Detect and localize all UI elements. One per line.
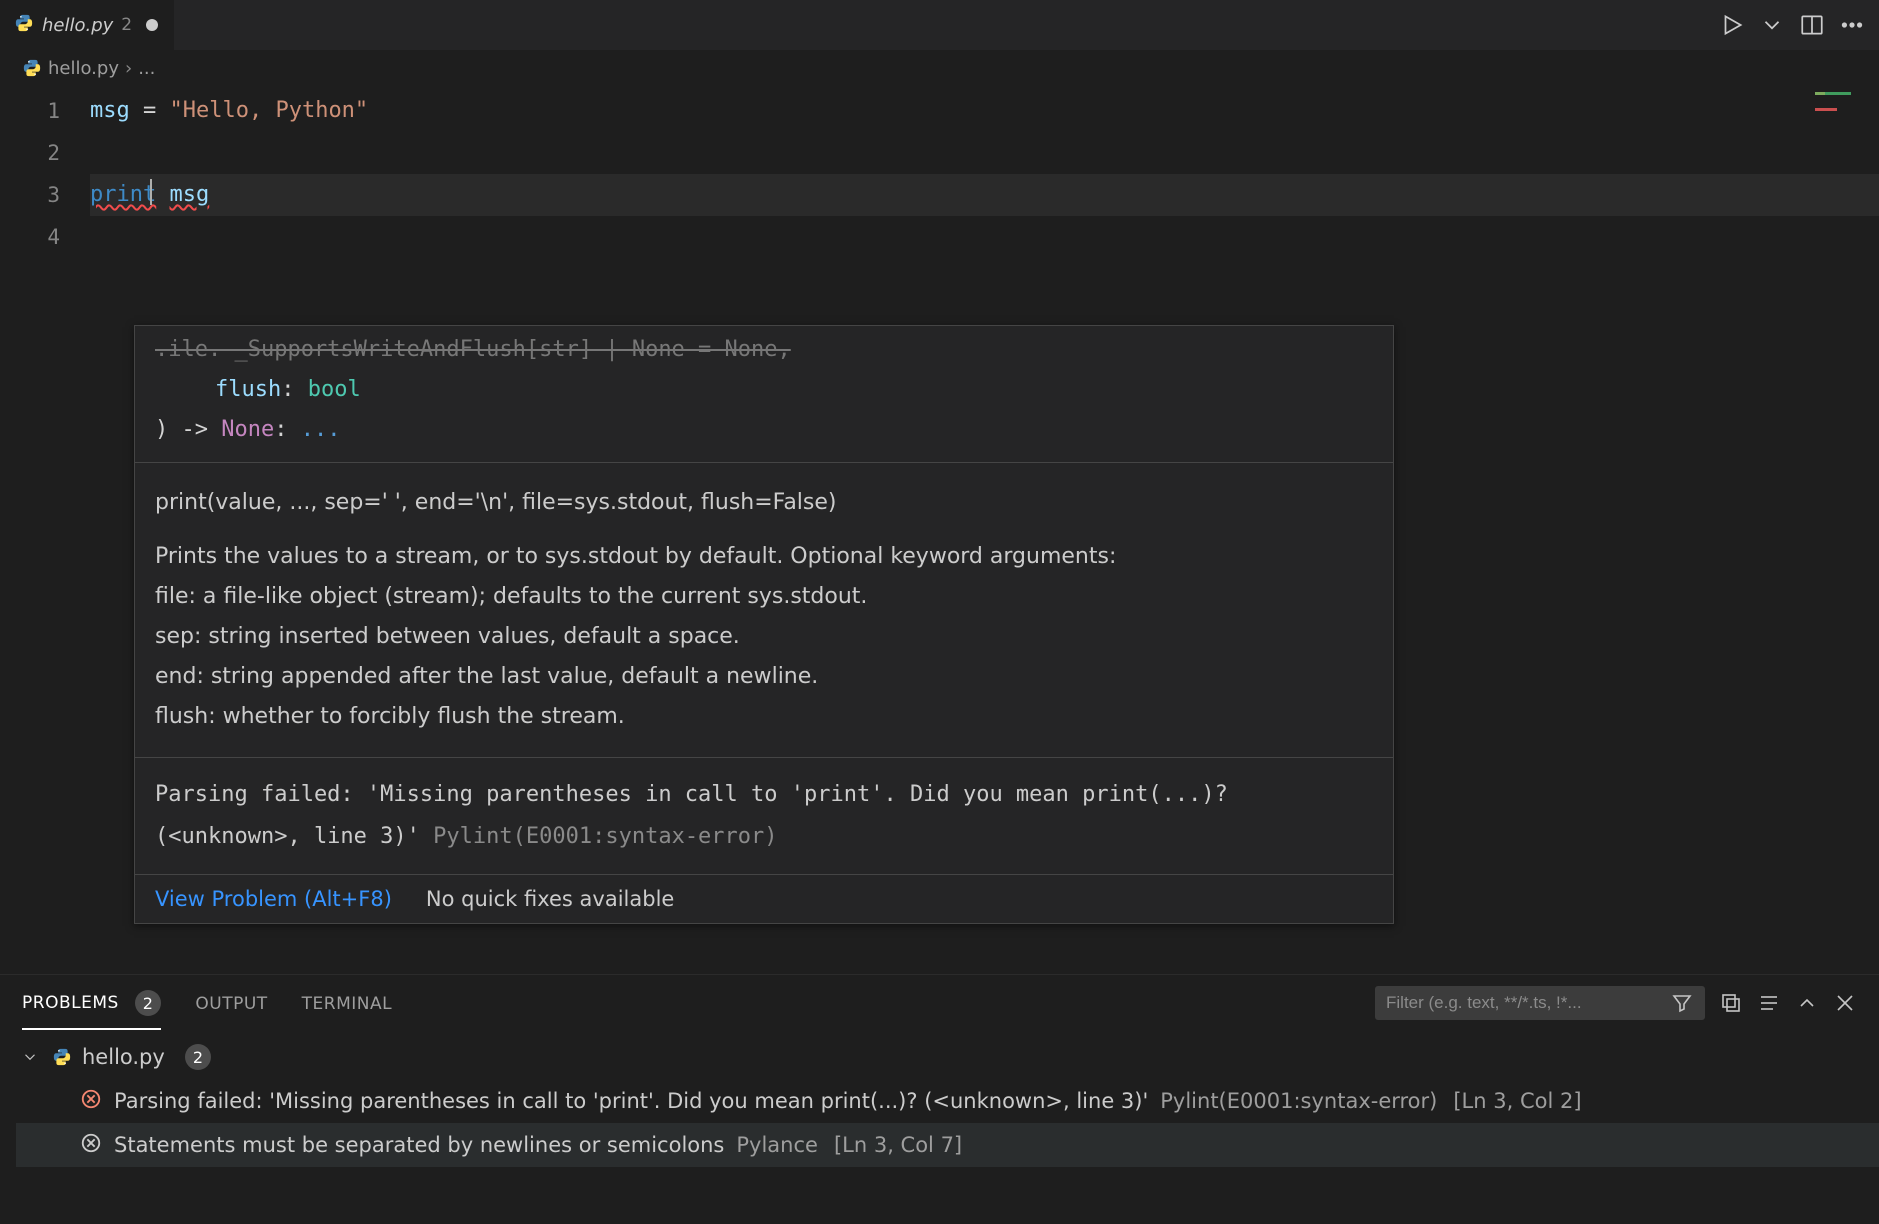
run-dropdown-icon[interactable] <box>1759 12 1785 38</box>
file-problem-count-badge: 2 <box>185 1044 211 1070</box>
chevron-right-icon: › <box>125 58 132 79</box>
view-problem-link[interactable]: View Problem (Alt+F8) <box>155 887 392 911</box>
hover-actions: View Problem (Alt+F8) No quick fixes ava… <box>135 875 1393 923</box>
breadcrumb[interactable]: hello.py › ... <box>0 50 1879 86</box>
line-number: 2 <box>0 132 90 174</box>
breadcrumb-filename: hello.py <box>48 58 119 79</box>
view-as-list-icon[interactable] <box>1757 991 1781 1015</box>
problem-message: Statements must be separated by newlines… <box>114 1133 724 1157</box>
error-icon <box>80 1088 102 1115</box>
tab-bar: hello.py 2 <box>0 0 1879 50</box>
hover-tooltip: .ile. _SupportsWriteAndFlush[str] | None… <box>134 325 1394 924</box>
breadcrumb-rest: ... <box>138 58 155 79</box>
minimap[interactable] <box>1815 92 1865 132</box>
code-line-4[interactable] <box>90 216 1879 258</box>
more-actions-icon[interactable] <box>1839 12 1865 38</box>
hover-documentation: print(value, ..., sep=' ', end='\n', fil… <box>135 463 1393 757</box>
problem-message: Parsing failed: 'Missing parentheses in … <box>114 1089 1148 1113</box>
python-file-icon <box>52 1047 72 1067</box>
code-line-2[interactable] <box>90 132 1879 174</box>
problem-source: Pylint(E0001:syntax-error) <box>1160 1089 1437 1113</box>
problems-list: hello.py 2 Parsing failed: 'Missing pare… <box>0 1031 1879 1224</box>
code-line-1[interactable]: msg = "Hello, Python" <box>90 90 1879 132</box>
line-number: 1 <box>0 90 90 132</box>
text-cursor <box>150 179 152 205</box>
panel-tab-output[interactable]: OUTPUT <box>195 980 267 1026</box>
python-file-icon <box>14 13 34 38</box>
error-icon <box>80 1132 102 1159</box>
problems-filter-input[interactable] <box>1375 986 1705 1020</box>
maximize-panel-icon[interactable] <box>1795 991 1819 1015</box>
close-panel-icon[interactable] <box>1833 991 1857 1015</box>
problem-row[interactable]: Statements must be separated by newlines… <box>16 1123 1879 1167</box>
run-icon[interactable] <box>1719 12 1745 38</box>
tab-problem-count: 2 <box>121 15 132 35</box>
panel-tab-problems[interactable]: PROBLEMS 2 <box>22 976 161 1030</box>
collapse-all-icon[interactable] <box>1719 991 1743 1015</box>
unsaved-indicator-icon <box>146 19 158 31</box>
editor[interactable]: 1 2 3 4 msg = "Hello, Python" print msg … <box>0 86 1879 974</box>
bottom-panel: PROBLEMS 2 OUTPUT TERMINAL hello.py 2 <box>0 974 1879 1224</box>
split-editor-icon[interactable] <box>1799 12 1825 38</box>
problems-filter-field[interactable] <box>1386 993 1660 1013</box>
problem-row[interactable]: Parsing failed: 'Missing parentheses in … <box>16 1079 1879 1123</box>
line-number-gutter: 1 2 3 4 <box>0 86 90 974</box>
panel-tab-bar: PROBLEMS 2 OUTPUT TERMINAL <box>0 975 1879 1031</box>
tab-filename: hello.py <box>42 15 113 36</box>
problems-file-row[interactable]: hello.py 2 <box>16 1035 1879 1079</box>
line-number: 4 <box>0 216 90 258</box>
python-file-icon <box>22 58 42 78</box>
problem-location: [Ln 3, Col 2] <box>1453 1089 1581 1113</box>
line-number: 3 <box>0 174 90 216</box>
problems-file-name: hello.py <box>82 1045 165 1069</box>
hover-signature: .ile. _SupportsWriteAndFlush[str] | None… <box>135 326 1393 462</box>
hover-error-message: Parsing failed: 'Missing parentheses in … <box>135 758 1393 874</box>
code-line-3[interactable]: print msg <box>90 174 1879 216</box>
no-quick-fix-label: No quick fixes available <box>426 887 674 911</box>
problem-source: Pylance <box>736 1133 818 1157</box>
filter-icon[interactable] <box>1670 991 1694 1015</box>
panel-tab-terminal[interactable]: TERMINAL <box>302 980 392 1026</box>
editor-tab-hello[interactable]: hello.py 2 <box>0 0 175 50</box>
problem-location: [Ln 3, Col 7] <box>834 1133 962 1157</box>
problems-count-badge: 2 <box>135 990 162 1016</box>
chevron-down-icon[interactable] <box>18 1045 42 1069</box>
